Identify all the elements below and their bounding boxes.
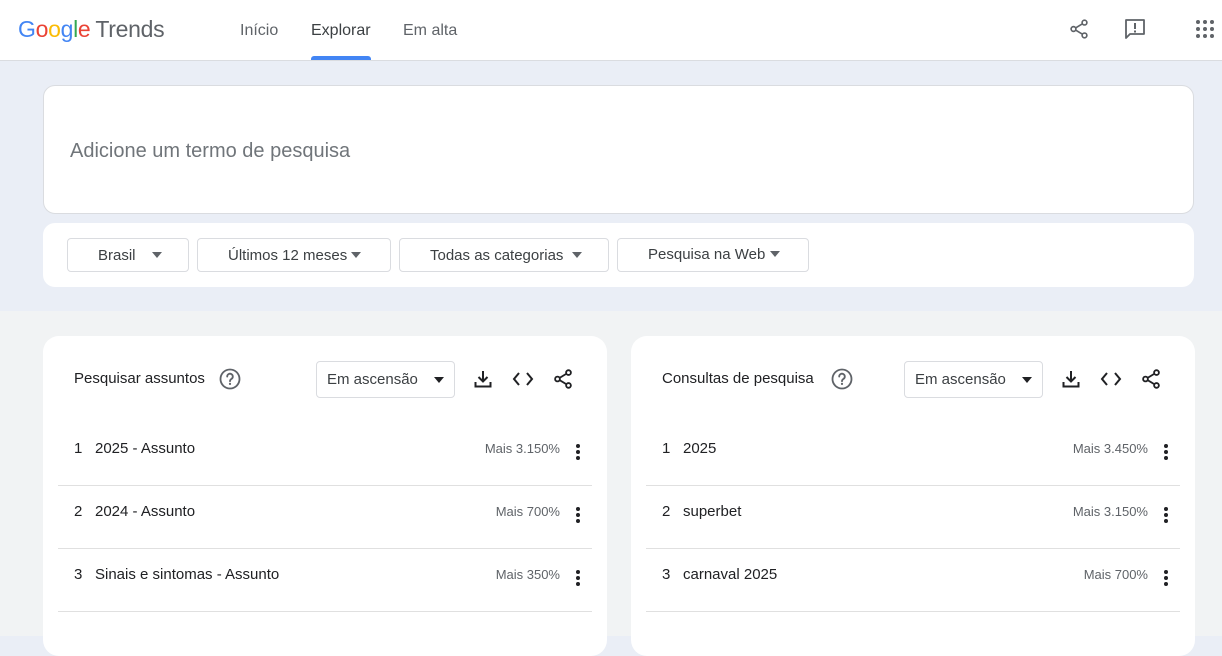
embed-code-icon[interactable] — [1099, 367, 1123, 391]
logo-letter: o — [35, 16, 49, 42]
list-item[interactable]: 1 2025 - Assunto Mais 3.150% — [58, 422, 592, 486]
more-options-icon[interactable] — [570, 503, 586, 527]
sort-select[interactable]: Em ascensão — [904, 361, 1043, 398]
more-options-icon[interactable] — [570, 440, 586, 464]
list-item[interactable]: 1 2025 Mais 3.450% — [646, 422, 1180, 486]
filter-category[interactable]: Todas as categorias — [399, 238, 609, 272]
embed-code-icon[interactable] — [511, 367, 535, 391]
panel-title: Consultas de pesquisa — [662, 370, 814, 387]
tab-explorar[interactable]: Explorar — [311, 0, 371, 60]
tab-inicio[interactable]: Início — [240, 0, 278, 60]
item-value: Mais 700% — [1083, 567, 1148, 582]
filter-bar: Brasil Últimos 12 meses Todas as categor… — [43, 223, 1194, 287]
related-queries-panel: Consultas de pesquisa Em ascensão 1 2025… — [631, 336, 1195, 656]
logo-suffix: Trends — [95, 16, 165, 42]
item-term: 2025 - Assunto — [95, 440, 196, 457]
share-icon[interactable] — [1139, 367, 1163, 391]
filter-region-label: Brasil — [98, 247, 136, 264]
item-rank: 3 — [662, 566, 671, 583]
filter-category-label: Todas as categorias — [430, 247, 564, 264]
list-item[interactable]: 3 carnaval 2025 Mais 700% — [646, 548, 1180, 612]
item-term: 2024 - Assunto — [95, 503, 196, 520]
share-icon[interactable] — [551, 367, 575, 391]
logo-letter: o — [48, 16, 61, 42]
list-item[interactable]: 2 2024 - Assunto Mais 700% — [58, 485, 592, 549]
more-options-icon[interactable] — [1158, 566, 1174, 590]
filter-time-range[interactable]: Últimos 12 meses — [197, 238, 391, 272]
logo-letter: g — [60, 16, 74, 42]
search-input[interactable] — [68, 132, 1072, 170]
item-term: superbet — [683, 503, 742, 520]
item-value: Mais 3.450% — [1072, 441, 1148, 456]
active-tab-indicator — [311, 56, 371, 60]
download-icon[interactable] — [471, 367, 495, 391]
sort-select-label: Em ascensão — [915, 371, 1006, 388]
help-icon[interactable] — [831, 368, 853, 390]
search-card — [43, 85, 1194, 214]
logo-letter: e — [77, 16, 91, 42]
more-options-icon[interactable] — [1158, 440, 1174, 464]
caret-down-icon — [1022, 377, 1032, 383]
caret-down-icon — [572, 252, 582, 258]
related-topics-panel: Pesquisar assuntos Em ascensão 1 2025 - … — [43, 336, 607, 656]
tab-em-alta[interactable]: Em alta — [403, 0, 457, 60]
item-term: 2025 — [683, 440, 717, 457]
item-rank: 2 — [662, 503, 671, 520]
more-options-icon[interactable] — [570, 566, 586, 590]
filter-region[interactable]: Brasil — [67, 238, 189, 272]
feedback-icon[interactable] — [1121, 15, 1149, 43]
download-icon[interactable] — [1059, 367, 1083, 391]
top-header: Google Trends Início Explorar Em alta — [0, 0, 1222, 61]
item-value: Mais 350% — [495, 567, 560, 582]
sort-select[interactable]: Em ascensão — [316, 361, 455, 398]
item-rank: 2 — [74, 503, 83, 520]
item-term: Sinais e sintomas - Assunto — [95, 566, 280, 583]
share-icon[interactable] — [1065, 15, 1093, 43]
more-options-icon[interactable] — [1158, 503, 1174, 527]
logo-letter: G — [18, 16, 36, 42]
filter-time-range-label: Últimos 12 meses — [228, 247, 348, 264]
item-rank: 1 — [74, 440, 83, 457]
item-term: carnaval 2025 — [683, 566, 778, 583]
item-rank: 3 — [74, 566, 83, 583]
list-item[interactable]: 2 superbet Mais 3.150% — [646, 485, 1180, 549]
apps-grid-icon[interactable] — [1191, 15, 1219, 43]
item-rank: 1 — [662, 440, 671, 457]
filter-search-type[interactable]: Pesquisa na Web — [617, 238, 809, 272]
filter-search-type-label: Pesquisa na Web — [648, 246, 766, 263]
caret-down-icon — [770, 251, 780, 257]
panel-title: Pesquisar assuntos — [74, 370, 205, 387]
list-item[interactable]: 3 Sinais e sintomas - Assunto Mais 350% — [58, 548, 592, 612]
item-value: Mais 700% — [495, 504, 560, 519]
item-value: Mais 3.150% — [1072, 504, 1148, 519]
sort-select-label: Em ascensão — [327, 371, 418, 388]
caret-down-icon — [351, 252, 361, 258]
item-value: Mais 3.150% — [484, 441, 560, 456]
help-icon[interactable] — [219, 368, 241, 390]
caret-down-icon — [152, 252, 162, 258]
caret-down-icon — [434, 377, 444, 383]
google-trends-logo[interactable]: Google Trends — [18, 16, 165, 43]
